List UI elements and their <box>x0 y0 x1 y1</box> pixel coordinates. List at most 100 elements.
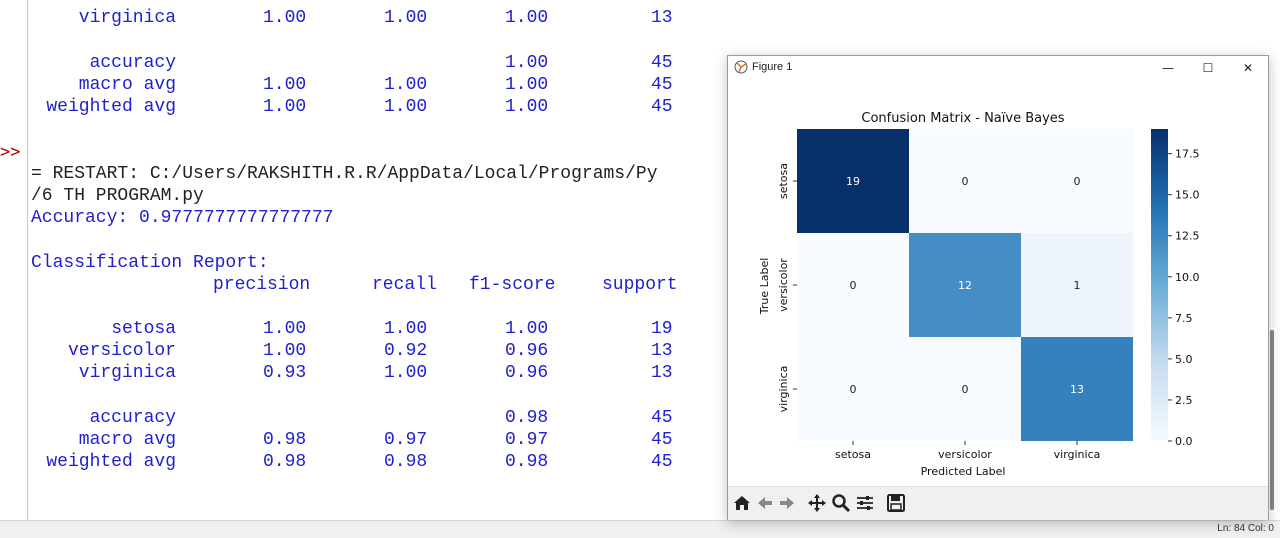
status-bar: Ln: 84 Col: 0 <box>0 520 1280 538</box>
accuracy-line: Accuracy: 0.9777777777777777 <box>31 208 334 228</box>
report-row-label: versicolor <box>67 341 176 361</box>
colorbar-tick-label: 15.0 <box>1175 189 1200 202</box>
report-row-label: weighted avg <box>46 97 176 117</box>
heatmap-value: 0 <box>1074 175 1081 188</box>
colorbar-tick-label: 5.0 <box>1175 353 1193 366</box>
colorbar-tick-label: 7.5 <box>1175 312 1193 325</box>
heatmap-value: 12 <box>958 279 972 292</box>
header-f1: f1-score <box>469 275 556 295</box>
save-icon[interactable] <box>886 493 906 513</box>
report-cell-f1: 1.00 <box>505 319 549 339</box>
cursor-position: Ln: 84 Col: 0 <box>1217 523 1274 534</box>
zoom-icon[interactable] <box>831 493 851 513</box>
figure-window[interactable]: Figure 1 — ☐ ✕ Confusion Matrix - Naïve … <box>727 55 1269 520</box>
report-cell-recall: 1.00 <box>384 97 428 117</box>
y-tick-label: setosa <box>777 163 790 199</box>
report-cell-support: 13 <box>651 8 673 28</box>
header-precision: precision <box>213 275 311 295</box>
report-cell-recall: 1.00 <box>384 8 428 28</box>
report-cell-precision: 0.98 <box>263 452 307 472</box>
report-cell-recall: 1.00 <box>384 75 428 95</box>
report-cell-f1: 0.98 <box>505 452 549 472</box>
colorbar-tick-label: 2.5 <box>1175 394 1193 407</box>
back-icon[interactable] <box>755 493 775 513</box>
close-button[interactable]: ✕ <box>1228 56 1268 80</box>
line-gutter <box>0 0 28 520</box>
shell-prompt: >> <box>0 142 21 162</box>
report-cell-recall: 0.92 <box>384 341 428 361</box>
report-cell-support: 45 <box>651 430 673 450</box>
restart-continuation: /6 TH PROGRAM.py <box>31 186 204 206</box>
y-tick-label: versicolor <box>777 258 790 312</box>
report-cell-f1: 1.00 <box>505 8 549 28</box>
figure-titlebar[interactable]: Figure 1 — ☐ ✕ <box>728 56 1268 80</box>
header-recall: recall <box>372 275 437 295</box>
chart-title: Confusion Matrix - Naïve Bayes <box>861 111 1064 126</box>
heatmap-value: 1 <box>1074 279 1081 292</box>
configure-icon[interactable] <box>855 493 875 513</box>
x-tick-label: versicolor <box>938 448 992 461</box>
figure-toolbar <box>728 486 1268 520</box>
report-cell-recall: 0.97 <box>384 430 428 450</box>
report-cell-precision: 1.00 <box>263 97 307 117</box>
report-cell-f1: 0.97 <box>505 430 549 450</box>
matplotlib-icon <box>734 60 748 74</box>
report-cell-support: 45 <box>651 452 673 472</box>
report-cell-precision: 1.00 <box>263 341 307 361</box>
report-row-label: accuracy <box>89 53 176 73</box>
colorbar-tick-label: 17.5 <box>1175 148 1200 161</box>
report-cell-support: 45 <box>651 97 673 117</box>
report-cell-support: 13 <box>651 363 673 383</box>
report-cell-f1: 0.96 <box>505 363 549 383</box>
report-cell-f1: 0.96 <box>505 341 549 361</box>
report-cell-precision: 1.00 <box>263 75 307 95</box>
report-cell-recall: 1.00 <box>384 319 428 339</box>
report-cell-recall: 1.00 <box>384 363 428 383</box>
report-cell-support: 13 <box>651 341 673 361</box>
pan-icon[interactable] <box>807 493 827 513</box>
scrollbar-thumb[interactable] <box>1270 330 1274 510</box>
x-tick-label: setosa <box>835 448 871 461</box>
report-row-label: virginica <box>78 363 176 383</box>
colorbar <box>1151 129 1168 441</box>
report-cell-support: 19 <box>651 319 673 339</box>
header-support: support <box>602 275 678 295</box>
report-cell-f1: 1.00 <box>505 75 549 95</box>
report-cell-support: 45 <box>651 408 673 428</box>
home-icon[interactable] <box>732 493 752 513</box>
heatmap-value: 19 <box>846 175 860 188</box>
x-axis-label: Predicted Label <box>921 465 1006 478</box>
y-tick-label: virginica <box>777 366 790 413</box>
report-cell-f1: 1.00 <box>505 97 549 117</box>
heatmap-value: 0 <box>962 383 969 396</box>
report-row-label: macro avg <box>78 430 176 450</box>
report-row-label: setosa <box>111 319 176 339</box>
report-row-label: weighted avg <box>46 452 176 472</box>
y-axis-label: True Label <box>758 258 771 316</box>
colorbar-tick-label: 12.5 <box>1175 230 1200 243</box>
report-cell-precision: 1.00 <box>263 319 307 339</box>
report-cell-precision: 1.00 <box>263 8 307 28</box>
maximize-button[interactable]: ☐ <box>1188 56 1228 80</box>
x-tick-label: virginica <box>1054 448 1101 461</box>
report-cell-precision: 0.93 <box>263 363 307 383</box>
report-row-label: virginica <box>78 8 176 28</box>
report-cell-support: 45 <box>651 75 673 95</box>
report-cell-recall: 0.98 <box>384 452 428 472</box>
restart-line: = RESTART: C:/Users/RAKSHITH.R.R/AppData… <box>31 164 658 184</box>
report-title: Classification Report: <box>31 253 269 273</box>
figure-title: Figure 1 <box>752 61 793 73</box>
report-cell-support: 45 <box>651 53 673 73</box>
forward-icon[interactable] <box>777 493 797 513</box>
report-cell-precision: 0.98 <box>263 430 307 450</box>
report-cell-f1: 0.98 <box>505 408 549 428</box>
report-row-label: accuracy <box>89 408 176 428</box>
colorbar-tick-label: 10.0 <box>1175 271 1200 284</box>
report-cell-f1: 1.00 <box>505 0 548 7</box>
heatmap-value: 13 <box>1070 383 1084 396</box>
report-row-label: macro avg <box>78 75 176 95</box>
report-row-label: versicolor <box>68 0 176 7</box>
confusion-matrix-plot: Confusion Matrix - Naïve Bayes 19 0 0 0 12 10… <box>758 111 1200 478</box>
minimize-button[interactable]: — <box>1148 56 1188 80</box>
heatmap-value: 0 <box>850 383 857 396</box>
